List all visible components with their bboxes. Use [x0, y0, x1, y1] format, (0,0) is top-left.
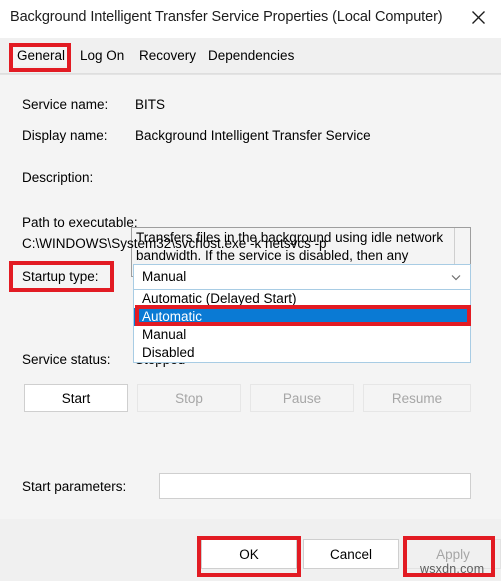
service-status-label: Service status:: [22, 352, 111, 367]
service-name-value: BITS: [135, 97, 166, 112]
close-icon[interactable]: [456, 0, 501, 34]
start-parameters-input[interactable]: [159, 473, 471, 499]
service-name-label: Service name:: [22, 97, 109, 112]
path-value: C:\WINDOWS\System32\svchost.exe -k netsv…: [22, 236, 327, 251]
chevron-down-icon: [451, 275, 461, 281]
cancel-button[interactable]: Cancel: [303, 539, 399, 569]
dropdown-option-automatic[interactable]: Automatic: [134, 308, 470, 326]
pause-button: Pause: [250, 384, 354, 412]
tab-strip: General Log On Recovery Dependencies: [0, 38, 501, 74]
service-properties-dialog: Background Intelligent Transfer Service …: [0, 0, 501, 581]
resume-button: Resume: [363, 384, 471, 412]
stop-button: Stop: [137, 384, 241, 412]
description-label: Description:: [22, 170, 94, 185]
start-parameters-label: Start parameters:: [22, 479, 127, 494]
start-button[interactable]: Start: [24, 384, 128, 412]
ok-button[interactable]: OK: [201, 539, 297, 569]
window-title: Background Intelligent Transfer Service …: [10, 9, 443, 25]
startup-type-label: Startup type:: [22, 269, 99, 284]
title-bar: Background Intelligent Transfer Service …: [0, 0, 501, 38]
path-label: Path to executable:: [22, 215, 138, 230]
tab-dependencies[interactable]: Dependencies: [204, 45, 298, 66]
dropdown-option-automatic-delayed[interactable]: Automatic (Delayed Start): [134, 290, 470, 308]
dropdown-option-disabled[interactable]: Disabled: [134, 344, 470, 362]
startup-type-dropdown-list[interactable]: Automatic (Delayed Start) Automatic Manu…: [133, 289, 471, 363]
watermark: wsxdn.com: [420, 562, 485, 576]
tab-log-on[interactable]: Log On: [76, 45, 128, 66]
tab-general[interactable]: General: [13, 45, 70, 66]
startup-type-combobox[interactable]: Manual: [133, 264, 471, 290]
startup-type-selected-value: Manual: [142, 269, 187, 284]
dropdown-option-manual[interactable]: Manual: [134, 326, 470, 344]
display-name-value: Background Intelligent Transfer Service: [135, 128, 371, 143]
display-name-label: Display name:: [22, 128, 108, 143]
tab-recovery[interactable]: Recovery: [135, 45, 200, 66]
